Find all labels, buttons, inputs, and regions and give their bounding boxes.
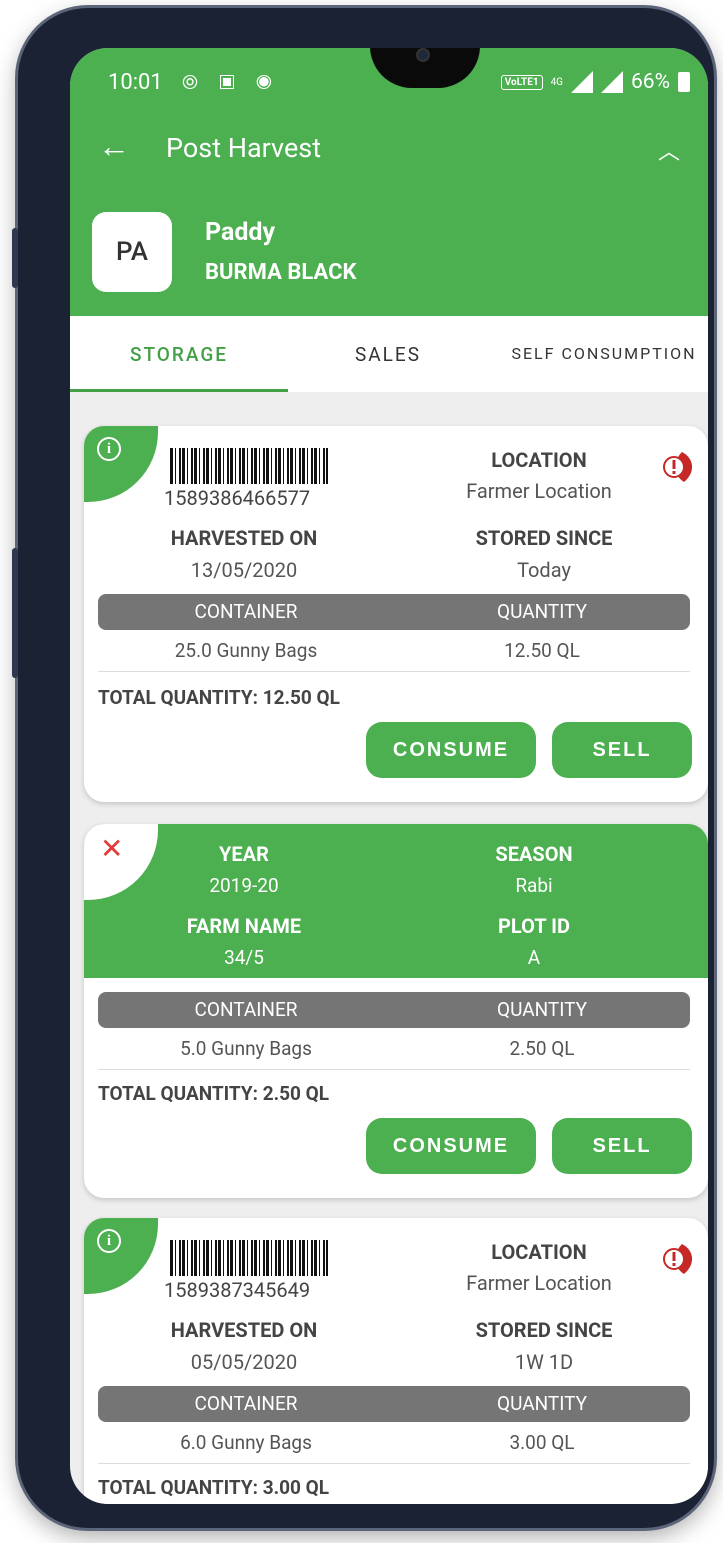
sell-button[interactable]: SELL [552,722,692,778]
barcode-number: 1589387345649 [164,1278,311,1302]
status-time: 10:01 [108,70,163,95]
stored-since-value: Today [517,558,571,582]
storage-card-expanded[interactable]: YEAR 2019-20 SEASON Rabi FARM NAME 34/5 … [84,824,708,1198]
total-quantity: TOTAL QUANTITY: 12.50 QL [98,686,340,709]
quantity-value: 2.50 QL [509,1037,575,1060]
close-icon[interactable]: ✕ [100,835,123,863]
tab-sales[interactable]: SALES [288,316,488,392]
barcode-number: 1589386466577 [164,486,311,510]
barcode-icon [170,448,328,484]
info-icon[interactable]: i [97,1229,121,1253]
app-bar: ← Post Harvest ︿ [70,116,708,186]
farm-name-value: 34/5 [224,946,264,969]
quantity-value: 12.50 QL [504,639,580,662]
harvested-on-value: 05/05/2020 [190,1350,298,1374]
chevron-up-icon[interactable]: ︿ [658,134,680,166]
container-value: 5.0 Gunny Bags [180,1037,312,1060]
back-arrow-icon[interactable]: ← [98,130,130,162]
quantity-header: QUANTITY [497,600,587,623]
container-table-header: CONTAINER QUANTITY [98,1386,690,1422]
tab-self-consumption[interactable]: SELF CONSUMPTION [500,316,708,392]
storage-card[interactable]: i 1589386466577 LOCATION Farmer Location… [84,426,708,802]
leaf-alert-icon [663,1244,693,1274]
total-quantity: TOTAL QUANTITY: 2.50 QL [98,1082,330,1105]
detail-block: YEAR 2019-20 SEASON Rabi FARM NAME 34/5 … [84,824,708,978]
table-row: 5.0 Gunny Bags 2.50 QL [98,1028,690,1070]
consume-button[interactable]: CONSUME [366,722,536,778]
screen: 10:01 ⦾ ▣ ◉ VoLTE1 4G 66% ← Post Harvest… [70,48,708,1504]
plot-id-label: PLOT ID [498,914,570,938]
quantity-header: QUANTITY [497,998,587,1021]
season-label: SEASON [495,842,573,866]
location-label: LOCATION [491,448,587,472]
location-value: Farmer Location [466,479,612,503]
tab-storage[interactable]: STORAGE [70,316,288,392]
container-table-header: CONTAINER QUANTITY [98,594,690,630]
container-header: CONTAINER [194,998,298,1021]
header: 10:01 ⦾ ▣ ◉ VoLTE1 4G 66% ← Post Harvest… [70,48,708,316]
info-icon[interactable]: i [97,437,121,461]
harvested-on-value: 13/05/2020 [190,558,298,582]
battery-percent: 66% [631,70,670,94]
network-type: 4G [550,76,563,88]
quantity-value: 3.00 QL [509,1431,575,1454]
consume-button[interactable]: CONSUME [366,1118,536,1174]
storage-card[interactable]: i 1589387345649 LOCATION Farmer Location… [84,1218,708,1504]
front-camera [416,48,430,62]
quantity-header: QUANTITY [497,1392,587,1415]
signal-icon [571,71,593,93]
stored-since-label: STORED SINCE [475,1318,613,1342]
location-value: Farmer Location [466,1271,612,1295]
container-header: CONTAINER [194,600,298,623]
container-header: CONTAINER [194,1392,298,1415]
barcode-icon [170,1240,328,1276]
signal-icon-2 [601,71,623,93]
status-right: VoLTE1 4G 66% [500,70,690,94]
container-table-header: CONTAINER QUANTITY [98,992,690,1028]
battery-icon [678,72,690,92]
table-row: 6.0 Gunny Bags 3.00 QL [98,1422,690,1464]
volume-button [12,228,18,288]
plot-id-value: A [527,946,541,969]
total-quantity: TOTAL QUANTITY: 3.00 QL [98,1476,330,1499]
tab-bar: STORAGE SALES SELF CONSUMPTION [70,316,708,392]
table-row: 25.0 Gunny Bags 12.50 QL [98,630,690,672]
season-value: Rabi [515,874,553,897]
crop-variety: BURMA BLACK [205,260,357,285]
container-value: 6.0 Gunny Bags [180,1431,312,1454]
harvested-on-label: HARVESTED ON [170,526,318,550]
year-label: YEAR [219,842,269,866]
volte-icon: VoLTE1 [500,74,543,90]
tab-indicator [70,389,288,392]
stored-since-value: 1W 1D [514,1350,574,1374]
info-corner[interactable]: i [84,1218,158,1294]
year-value: 2019-20 [209,874,279,897]
container-value: 25.0 Gunny Bags [174,639,318,662]
crop-name: Paddy [205,218,276,247]
phone-frame: 10:01 ⦾ ▣ ◉ VoLTE1 4G 66% ← Post Harvest… [12,8,714,1528]
stored-since-label: STORED SINCE [475,526,613,550]
info-corner[interactable]: i [84,426,158,502]
power-button [12,548,18,678]
page-title: Post Harvest [166,132,322,164]
harvested-on-label: HARVESTED ON [170,1318,318,1342]
crop-avatar: PA [92,212,172,292]
leaf-alert-icon [663,452,693,482]
notification-icons: ⦾ ▣ ◉ [182,70,280,94]
location-label: LOCATION [491,1240,587,1264]
farm-name-label: FARM NAME [186,914,302,938]
sell-button[interactable]: SELL [552,1118,692,1174]
